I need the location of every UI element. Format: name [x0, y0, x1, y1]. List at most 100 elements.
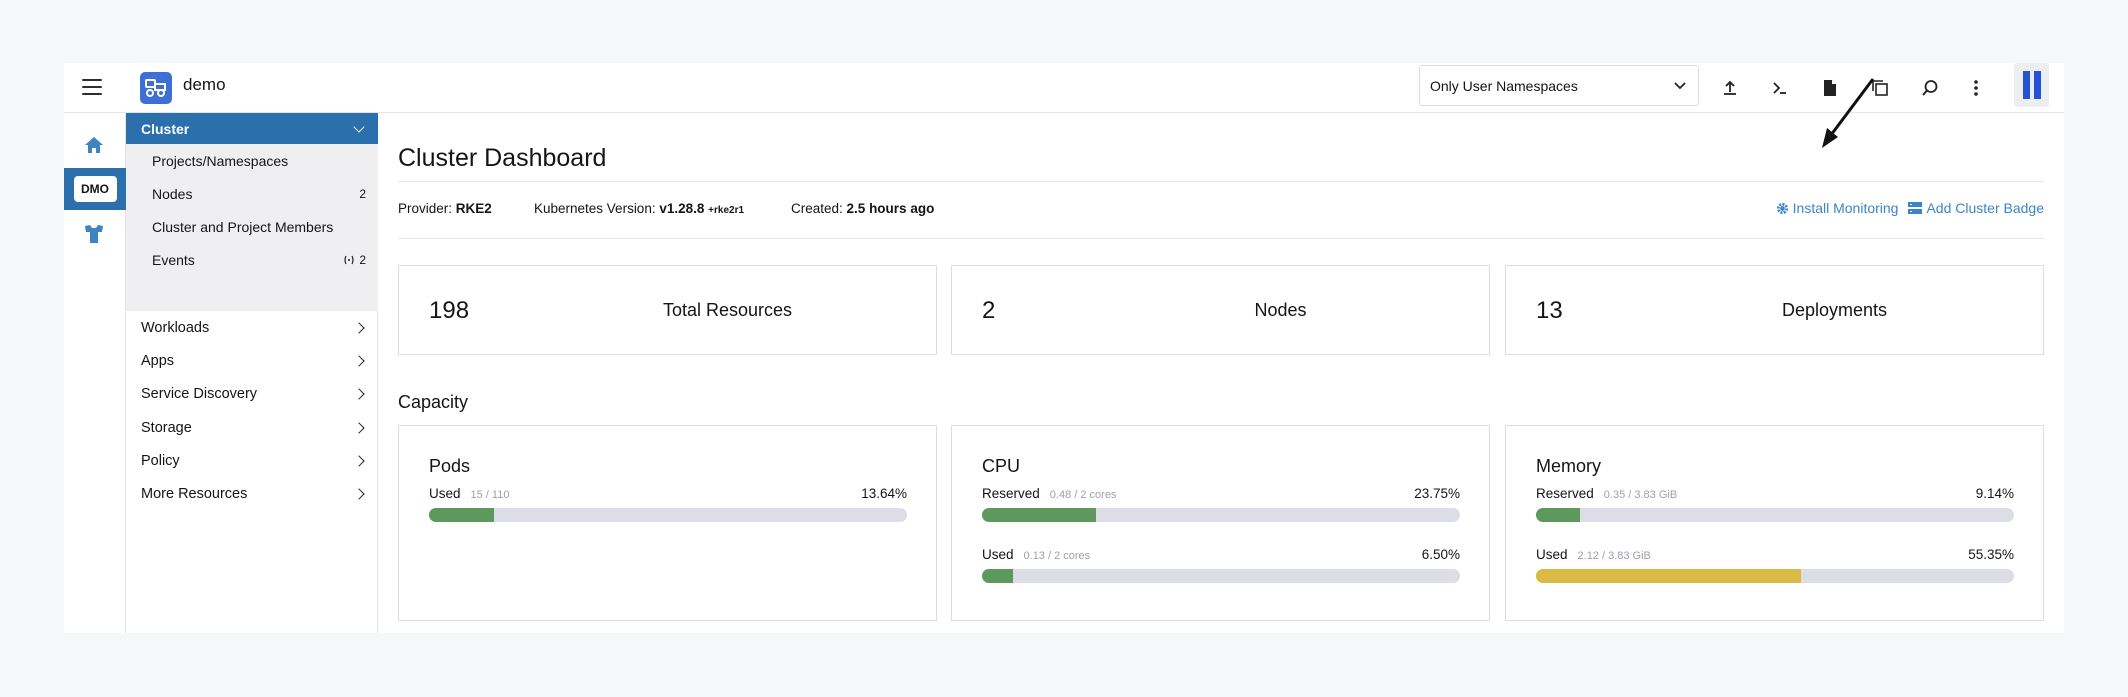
gear-icon [1776, 202, 1788, 214]
cpu-reserved-gauge: Reserved 0.48 / 2 cores 23.75% [982, 486, 1460, 522]
chevron-down-icon [353, 120, 365, 133]
home-icon[interactable] [79, 131, 109, 159]
nav-item-storage[interactable]: Storage [126, 411, 378, 444]
gauge-fill [982, 508, 1096, 522]
gauge-percent: 55.35% [1968, 547, 2014, 562]
annotation-arrow-icon [1822, 78, 1875, 148]
nav-item-count: 2 [359, 186, 366, 201]
gauge-bar [982, 508, 1460, 522]
gauge-detail: 0.48 / 2 cores [1049, 489, 1117, 501]
nav-item-more-resources[interactable]: More Resources [126, 477, 378, 510]
card-title: Pods [429, 456, 471, 476]
tile-count: 2 [982, 297, 996, 324]
tile-label: Total Resources [662, 300, 793, 320]
nav-item-label: Apps [141, 352, 175, 369]
memory-capacity-card: Memory Reserved 0.35 / 3.83 GiB 9.14% Used… [1505, 425, 2044, 621]
cpu-capacity-card: CPU Reserved 0.48 / 2 cores 23.75% Used 0.1… [951, 425, 1490, 621]
namespace-filter-value: Only User Namespaces [1430, 77, 1578, 94]
pods-capacity-card: Pods Used 15 / 110 13.64% [398, 425, 937, 621]
tile-label: Deployments [1781, 300, 1888, 320]
nav-item-projects-namespaces[interactable]: Projects/Namespaces [126, 144, 378, 177]
search-icon[interactable] [1915, 73, 1945, 103]
nav-group-label: Cluster [141, 120, 190, 137]
deployments-tile[interactable]: 13 Deployments [1505, 265, 2044, 355]
chevron-right-icon [353, 321, 365, 334]
memory-used-gauge: Used 2.12 / 3.83 GiB 55.35% [1536, 547, 2014, 583]
nav-item-label: Events [152, 251, 195, 268]
nav-submenu: Projects/Namespaces Nodes 2 Cluster and … [126, 144, 378, 311]
gauge-fill [429, 508, 495, 522]
nav-item-members[interactable]: Cluster and Project Members [126, 210, 378, 243]
divider [398, 181, 2044, 182]
nav-item-policy[interactable]: Policy [126, 444, 378, 477]
chevron-right-icon [353, 387, 365, 400]
more-options-icon[interactable] [1961, 73, 1991, 103]
gauge-bar [982, 569, 1460, 583]
chevron-right-icon [353, 354, 365, 367]
created-info: Created: 2.5 hours ago [791, 201, 935, 216]
provider-value: RKE2 [455, 201, 492, 216]
side-rail: DMO [64, 113, 126, 633]
cluster-badge: DMO [73, 176, 117, 202]
chevron-down-icon [1674, 81, 1686, 89]
import-yaml-icon[interactable] [1715, 73, 1745, 103]
gauge-detail: 0.35 / 3.83 GiB [1603, 489, 1678, 501]
namespaced-icon [344, 255, 354, 264]
cluster-tools-icon[interactable] [79, 219, 109, 249]
header-actions: Install Monitoring Add Cluster Badge [1776, 200, 2044, 216]
cpu-used-gauge: Used 0.13 / 2 cores 6.50% [982, 547, 1460, 583]
gauge-percent: 13.64% [861, 486, 907, 501]
nav-item-workloads[interactable]: Workloads [126, 311, 378, 344]
nav-item-label: Cluster and Project Members [152, 218, 334, 235]
created-value: 2.5 hours ago [846, 201, 935, 216]
gauge-percent: 6.50% [1421, 547, 1460, 562]
pods-used-gauge: Used 15 / 110 13.64% [429, 486, 907, 522]
top-bar: demo Only User Namespaces [64, 63, 2064, 113]
nav-item-nodes[interactable]: Nodes 2 [126, 177, 378, 210]
tile-count: 198 [429, 297, 470, 324]
nav-item-label: Projects/Namespaces [152, 152, 289, 169]
nav-item-service-discovery[interactable]: Service Discovery [126, 377, 378, 410]
gauge-detail: 0.13 / 2 cores [1023, 550, 1091, 562]
nav-item-label: More Resources [141, 485, 248, 502]
chevron-right-icon [353, 454, 365, 467]
gauge-fill [982, 569, 1014, 583]
nodes-tile[interactable]: 2 Nodes [951, 265, 1490, 355]
gauge-bar [1536, 569, 2014, 583]
kubernetes-version-value: v1.28.8 [659, 201, 705, 216]
memory-reserved-gauge: Reserved 0.35 / 3.83 GiB 9.14% [1536, 486, 2014, 522]
card-title: Memory [1536, 456, 1602, 476]
add-cluster-badge-link[interactable]: Add Cluster Badge [1908, 200, 2044, 216]
kubectl-shell-icon[interactable] [1765, 73, 1795, 103]
cluster-nav: Cluster Projects/Namespaces Nodes 2 Clus… [126, 113, 378, 633]
page-title: Cluster Dashboard [398, 144, 607, 172]
user-avatar[interactable] [2014, 63, 2049, 107]
nav-item-label: Storage [141, 419, 192, 436]
nav-item-apps[interactable]: Apps [126, 344, 378, 377]
nav-item-events[interactable]: Events 2 [126, 243, 378, 276]
gauge-bar [1536, 508, 2014, 522]
install-monitoring-link[interactable]: Install Monitoring [1776, 200, 1898, 216]
nav-group-cluster[interactable]: Cluster [126, 113, 378, 144]
kubernetes-version-info: Kubernetes Version: v1.28.8 +rke2r1 [534, 201, 745, 216]
kubernetes-version-suffix: +rke2r1 [708, 205, 745, 216]
nav-item-label: Policy [141, 452, 180, 469]
capacity-title: Capacity [398, 392, 469, 412]
divider [398, 238, 2044, 239]
app-window: demo Only User Namespaces DMO Cluster Pr… [64, 63, 2064, 633]
tile-count: 13 [1536, 297, 1563, 324]
cluster-switcher-active[interactable]: DMO [64, 168, 126, 210]
tile-label: Nodes [1254, 300, 1307, 320]
chevron-right-icon [353, 421, 365, 434]
gauge-fill [1536, 569, 1801, 583]
menu-icon[interactable] [82, 77, 102, 97]
namespace-filter-select[interactable]: Only User Namespaces [1419, 65, 1699, 106]
nav-item-count: 2 [359, 252, 366, 267]
total-resources-tile[interactable]: 198 Total Resources [398, 265, 937, 355]
provider-info: Provider: RKE2 [398, 201, 492, 216]
chevron-right-icon [353, 487, 365, 500]
gauge-bar [429, 508, 907, 522]
nav-item-label: Nodes [152, 185, 193, 202]
nav-item-label: Workloads [141, 319, 210, 336]
gauge-fill [1536, 508, 1580, 522]
